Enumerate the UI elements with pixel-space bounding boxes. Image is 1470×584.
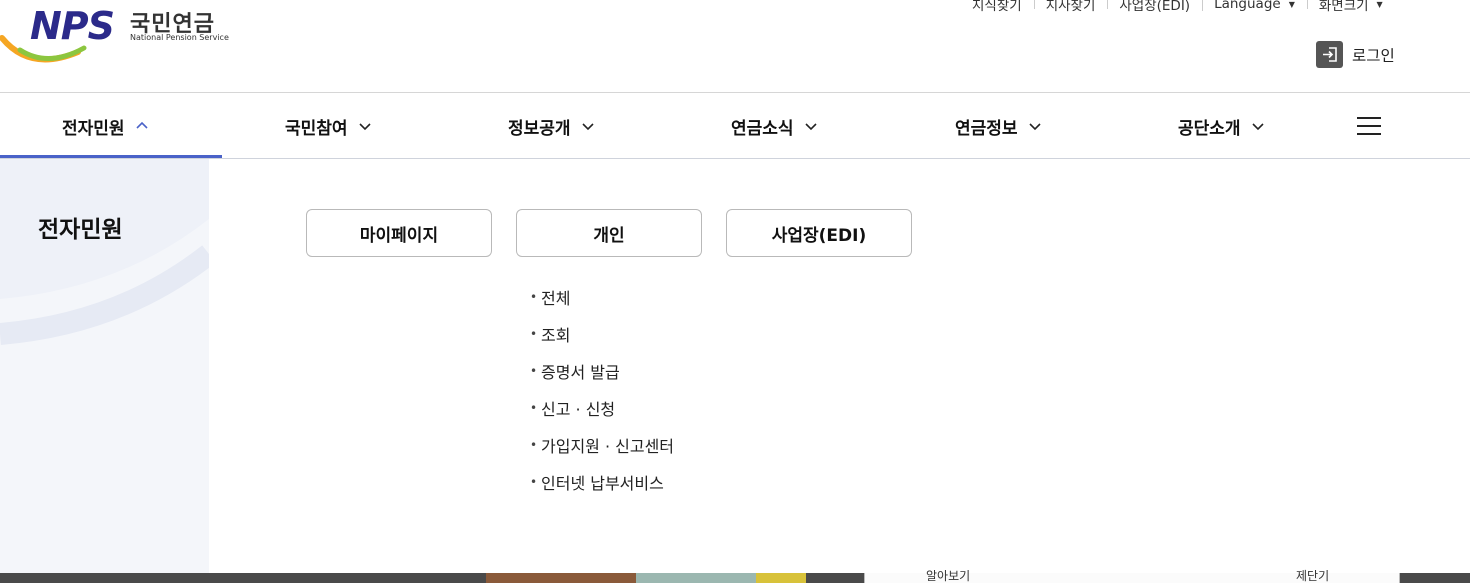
util-branch-link[interactable]: 지사찾기 bbox=[1033, 0, 1108, 14]
gnb-active-indicator bbox=[0, 155, 222, 158]
submenu-label: 신고 · 신청 bbox=[541, 399, 616, 419]
bullet-icon: • bbox=[530, 363, 538, 378]
bullet-icon: • bbox=[530, 289, 538, 304]
gnb-label: 공단소개 bbox=[1178, 118, 1241, 139]
util-label: Language bbox=[1214, 0, 1281, 12]
category-personal-button[interactable]: 개인 bbox=[516, 209, 702, 257]
util-label: 지식찾기 bbox=[972, 0, 1022, 14]
panel-title: 전자민원 bbox=[38, 217, 123, 243]
bullet-icon: • bbox=[530, 437, 538, 452]
gnb-label: 전자민원 bbox=[62, 118, 125, 139]
submenu-label: 조회 bbox=[541, 325, 571, 345]
gnb-label: 정보공개 bbox=[508, 118, 571, 139]
util-knowledge-link[interactable]: 지식찾기 bbox=[972, 0, 1034, 14]
gnb-item-pension-info[interactable]: 연금정보 bbox=[955, 93, 1042, 159]
util-label: 사업장(EDI) bbox=[1119, 0, 1191, 14]
util-font-size-dropdown[interactable]: 화면크기 ▼ bbox=[1306, 0, 1395, 14]
chevron-down-icon bbox=[1251, 123, 1264, 131]
underlying-text-right: 제단기 bbox=[1296, 569, 1330, 583]
gnb-item-e-civil[interactable]: 전자민원 bbox=[62, 93, 149, 159]
login-button[interactable]: 로그인 bbox=[1316, 41, 1395, 68]
underlying-image-fragment bbox=[756, 573, 806, 583]
utility-nav: 지식찾기 지사찾기 사업장(EDI) Language ▼ 화면크기 ▼ bbox=[972, 0, 1395, 14]
site-header: NPS 국민연금 National Pension Service 지식찾기 지… bbox=[0, 0, 1470, 93]
submenu-item-inquiry[interactable]: • 조회 bbox=[530, 315, 674, 352]
gnb-item-disclosure[interactable]: 정보공개 bbox=[508, 93, 595, 159]
decorative-wave bbox=[0, 159, 209, 345]
hamburger-menu-icon[interactable] bbox=[1357, 117, 1381, 135]
util-label: 화면크기 bbox=[1318, 0, 1369, 14]
mega-menu-panel: 전자민원 마이페이지 개인 사업장(EDI) • 전체 • 조회 • 증명서 발급 •… bbox=[0, 159, 1470, 573]
submenu-label: 증명서 발급 bbox=[541, 362, 620, 382]
submenu-label: 가입지원 · 신고센터 bbox=[541, 436, 675, 456]
bullet-icon: • bbox=[530, 326, 538, 341]
gnb-label: 연금소식 bbox=[731, 118, 794, 139]
bullet-icon: • bbox=[530, 400, 538, 415]
underlying-text-left: 알아보기 bbox=[926, 569, 971, 583]
chevron-down-icon bbox=[358, 123, 371, 131]
gnb-item-participation[interactable]: 국민참여 bbox=[285, 93, 372, 159]
submenu-item-payment[interactable]: • 인터넷 납부서비스 bbox=[530, 463, 674, 500]
chevron-down-icon bbox=[581, 123, 594, 131]
personal-submenu: • 전체 • 조회 • 증명서 발급 • 신고 · 신청 • 가입지원 · 신고센터 • 인… bbox=[530, 278, 674, 500]
gnb-item-about[interactable]: 공단소개 bbox=[1178, 93, 1265, 159]
util-language-dropdown[interactable]: Language ▼ bbox=[1202, 0, 1307, 12]
caret-down-icon: ▼ bbox=[1288, 0, 1295, 9]
login-icon bbox=[1316, 41, 1343, 68]
submenu-item-all[interactable]: • 전체 bbox=[530, 278, 674, 315]
submenu-item-join-support[interactable]: • 가입지원 · 신고센터 bbox=[530, 426, 674, 463]
submenu-label: 인터넷 납부서비스 bbox=[541, 473, 664, 493]
gnb-label: 연금정보 bbox=[955, 118, 1018, 139]
main-navigation: 전자민원 국민참여 정보공개 연금소식 연금정보 공단소개 bbox=[0, 93, 1470, 159]
login-label: 로그인 bbox=[1352, 46, 1395, 65]
submenu-item-report[interactable]: • 신고 · 신청 bbox=[530, 389, 674, 426]
util-edi-link[interactable]: 사업장(EDI) bbox=[1107, 0, 1202, 14]
logo-name-en: National Pension Service bbox=[130, 33, 229, 42]
underlying-image-fragment bbox=[636, 573, 756, 583]
chevron-down-icon bbox=[1028, 123, 1041, 131]
category-business-edi-button[interactable]: 사업장(EDI) bbox=[726, 209, 912, 257]
mega-menu-side: 전자민원 bbox=[0, 159, 209, 573]
chevron-down-icon bbox=[804, 123, 817, 131]
gnb-label: 국민참여 bbox=[285, 118, 348, 139]
nps-logo[interactable]: NPS 국민연금 National Pension Service bbox=[0, 0, 230, 70]
caret-down-icon: ▼ bbox=[1376, 0, 1383, 9]
gnb-item-pension-news[interactable]: 연금소식 bbox=[731, 93, 818, 159]
chevron-up-icon bbox=[135, 121, 148, 129]
util-label: 지사찾기 bbox=[1045, 0, 1096, 14]
logo-mark: NPS bbox=[30, 4, 115, 48]
bullet-icon: • bbox=[530, 474, 538, 489]
underlying-image-fragment bbox=[486, 573, 636, 583]
category-mypage-button[interactable]: 마이페이지 bbox=[306, 209, 492, 257]
submenu-item-certificate[interactable]: • 증명서 발급 bbox=[530, 352, 674, 389]
submenu-label: 전체 bbox=[541, 288, 571, 308]
